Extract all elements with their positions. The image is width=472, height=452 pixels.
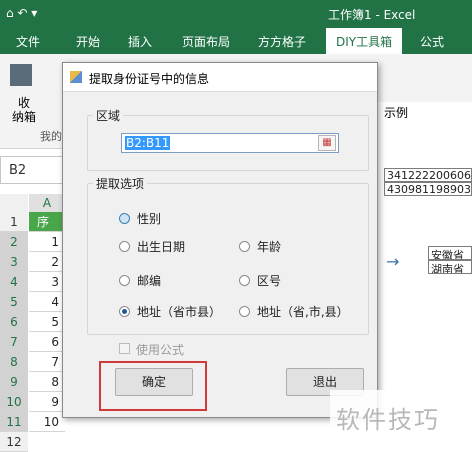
tab-file[interactable]: 文件 — [16, 33, 40, 50]
options-label: 提取选项 — [93, 175, 148, 192]
row-header[interactable]: 10 — [0, 392, 28, 412]
radio-areacode-label: 区号 — [257, 274, 282, 288]
tab-ffgz[interactable]: 方方格子 — [258, 33, 306, 50]
use-formula-checkbox[interactable] — [119, 343, 130, 354]
row-header[interactable]: 4 — [0, 272, 28, 292]
row-header[interactable]: 9 — [0, 372, 28, 392]
table-cell[interactable]: 8 — [29, 372, 65, 392]
region-label: 区域 — [93, 107, 124, 124]
example-label: 示例 — [384, 106, 409, 120]
radio-address-split[interactable] — [239, 306, 250, 317]
radio-address-split-label: 地址（省,市,县） — [257, 305, 349, 319]
title-bar: ⌂ ↶ ▾ 工作簿1 - Excel — [0, 0, 472, 28]
quick-access-icons[interactable]: ⌂ ↶ ▾ — [6, 6, 37, 20]
range-select-icon[interactable]: ▦ — [318, 135, 336, 151]
table-cell[interactable]: 10 — [29, 412, 65, 432]
arrow-right-icon: → — [386, 252, 400, 271]
table-cell[interactable]: 1 — [29, 232, 65, 252]
table-cell[interactable]: 2 — [29, 252, 65, 272]
table-cell[interactable]: 6 — [29, 332, 65, 352]
radio-birthdate[interactable] — [119, 241, 130, 252]
row-header[interactable]: 12 — [0, 432, 28, 452]
name-box[interactable]: B2 — [0, 156, 64, 184]
radio-age[interactable] — [239, 241, 250, 252]
table-cell-header[interactable]: 序号 — [29, 212, 65, 249]
tab-page-layout[interactable]: 页面布局 — [182, 33, 230, 50]
radio-postcode[interactable] — [119, 275, 130, 286]
example-id-cell: 341222200606 — [384, 168, 472, 182]
radio-age-label: 年龄 — [257, 240, 282, 254]
table-cell[interactable]: 7 — [29, 352, 65, 372]
region-input-value: B2:B11 — [125, 136, 171, 150]
ribbon-tabs: 文件 开始 插入 页面布局 方方格子 DIY工具箱 公式 — [0, 28, 472, 54]
region-input[interactable]: B2:B11 ▦ — [121, 133, 339, 153]
row-header[interactable]: 11 — [0, 412, 28, 432]
radio-gender[interactable] — [119, 213, 130, 224]
row-header[interactable]: 3 — [0, 252, 28, 272]
use-formula-label: 使用公式 — [136, 343, 185, 357]
corner-select[interactable] — [0, 194, 28, 213]
table-cell[interactable]: 4 — [29, 292, 65, 312]
row-header[interactable]: 6 — [0, 312, 28, 332]
col-header-a[interactable]: A — [29, 194, 65, 214]
radio-areacode[interactable] — [239, 275, 250, 286]
example-result-cell: 安徽省 — [428, 246, 472, 260]
example-result-cell: 湖南省 — [428, 260, 472, 274]
window-title: 工作簿1 - Excel — [328, 8, 416, 22]
group-my: 我的 — [40, 130, 62, 143]
row-header[interactable]: 7 — [0, 332, 28, 352]
tab-insert[interactable]: 插入 — [128, 33, 152, 50]
tab-diy-toolbox[interactable]: DIY工具箱 — [326, 28, 403, 54]
receive-label-2: 纳箱 — [12, 110, 37, 124]
extract-id-dialog: 提取身份证号中的信息 区域 B2:B11 ▦ 提取选项 性别 出生日期 年龄 邮… — [62, 62, 378, 418]
dialog-title: 提取身份证号中的信息 — [89, 72, 210, 86]
row-header[interactable]: 2 — [0, 232, 28, 252]
tab-formulas[interactable]: 公式 — [420, 33, 444, 50]
table-cell[interactable]: 3 — [29, 272, 65, 292]
row-header[interactable]: 8 — [0, 352, 28, 372]
radio-postcode-label: 邮编 — [137, 274, 162, 288]
row-header[interactable]: 5 — [0, 292, 28, 312]
radio-address-compact-label: 地址（省市县） — [137, 305, 222, 319]
radio-gender-label: 性别 — [137, 212, 162, 226]
dialog-title-bar[interactable]: 提取身份证号中的信息 — [63, 63, 377, 92]
row-header[interactable]: 1 — [0, 212, 28, 232]
table-cell[interactable]: 9 — [29, 392, 65, 412]
highlight-box — [99, 361, 207, 411]
tab-home[interactable]: 开始 — [76, 33, 100, 50]
watermark-text: 软件技巧 — [336, 406, 440, 434]
table-cell[interactable]: 5 — [29, 312, 65, 332]
toolbox-icon[interactable] — [10, 64, 32, 86]
example-id-cell: 430981198903 — [384, 182, 472, 196]
radio-address-compact[interactable] — [119, 306, 130, 317]
radio-birthdate-label: 出生日期 — [137, 240, 186, 254]
app-icon — [70, 71, 82, 83]
